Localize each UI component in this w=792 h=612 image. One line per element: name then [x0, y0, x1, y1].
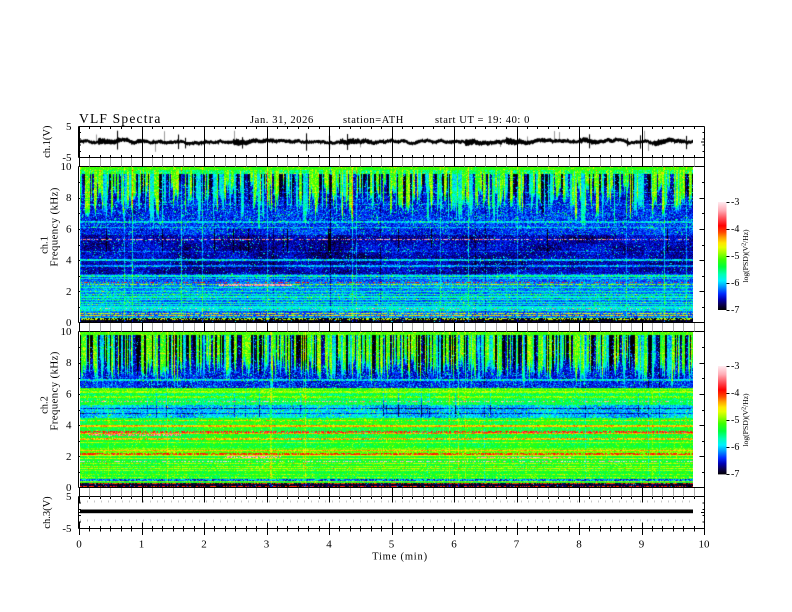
svg-text:9: 9 — [639, 539, 645, 551]
svg-text:-7: -7 — [731, 469, 739, 480]
svg-text:7: 7 — [514, 539, 520, 551]
svg-text:-7: -7 — [731, 305, 739, 316]
svg-text:10: 10 — [61, 326, 73, 338]
svg-text:-6: -6 — [731, 278, 739, 289]
svg-text:8: 8 — [66, 192, 72, 204]
svg-text:2: 2 — [66, 286, 72, 298]
svg-text:4: 4 — [326, 539, 332, 551]
svg-text:0: 0 — [66, 482, 72, 494]
svg-text:start UT = 19: 40: 0: start UT = 19: 40: 0 — [435, 115, 530, 126]
svg-text:8: 8 — [576, 539, 582, 551]
svg-text:1: 1 — [139, 539, 145, 551]
svg-text:ch.1(V): ch.1(V) — [42, 125, 53, 158]
svg-text:8: 8 — [66, 357, 72, 369]
svg-text:ch.3(V): ch.3(V) — [42, 496, 53, 529]
svg-text:-5: -5 — [731, 415, 739, 426]
svg-text:4: 4 — [66, 420, 72, 432]
svg-text:log(PSD)(V2/Hz): log(PSD)(V2/Hz) — [741, 229, 750, 283]
svg-text:-4: -4 — [731, 388, 739, 399]
svg-text:6: 6 — [66, 388, 72, 400]
svg-text:VLF Spectra: VLF Spectra — [79, 111, 162, 126]
svg-text:-5: -5 — [62, 523, 72, 535]
svg-text:5: 5 — [389, 539, 395, 551]
svg-text:log(PSD)(V2/Hz): log(PSD)(V2/Hz) — [741, 393, 750, 447]
svg-text:-3: -3 — [731, 361, 739, 372]
svg-text:Jan. 31, 2026: Jan. 31, 2026 — [250, 115, 314, 126]
svg-text:Frequency (kHz): Frequency (kHz) — [49, 187, 61, 266]
svg-text:-6: -6 — [731, 442, 739, 453]
svg-text:station=ATH: station=ATH — [343, 115, 404, 126]
svg-text:6: 6 — [66, 223, 72, 235]
svg-text:10: 10 — [61, 161, 73, 173]
svg-text:2: 2 — [66, 451, 72, 463]
svg-text:-3: -3 — [731, 197, 739, 208]
svg-text:6: 6 — [451, 539, 457, 551]
svg-text:-5: -5 — [731, 251, 739, 262]
svg-text:3: 3 — [264, 539, 270, 551]
svg-text:Frequency (kHz): Frequency (kHz) — [49, 351, 61, 430]
svg-text:5: 5 — [66, 121, 72, 133]
svg-text:4: 4 — [66, 255, 72, 267]
svg-text:-4: -4 — [731, 224, 739, 235]
svg-text:0: 0 — [76, 539, 82, 551]
svg-text:10: 10 — [699, 539, 711, 551]
svg-text:Time (min): Time (min) — [372, 552, 428, 563]
svg-text:2: 2 — [201, 539, 207, 551]
